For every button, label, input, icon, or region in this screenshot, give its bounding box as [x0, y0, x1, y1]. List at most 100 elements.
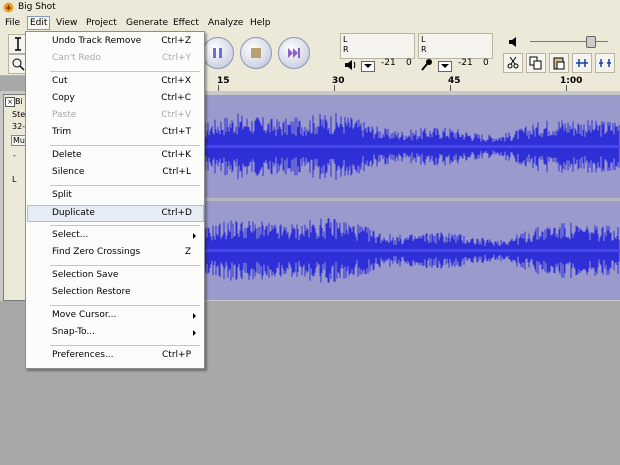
menu-separator	[50, 225, 200, 226]
menu-item-label: Preferences...	[52, 350, 114, 360]
menu-item-label: Paste	[52, 110, 77, 120]
skip-end-button[interactable]	[278, 37, 310, 69]
app-logo-icon	[3, 2, 14, 13]
submenu-arrow-icon	[193, 233, 196, 239]
menu-help[interactable]: Help	[248, 17, 273, 29]
menu-separator	[50, 71, 200, 72]
menu-item-silence[interactable]: Silence Ctrl+L	[28, 165, 202, 181]
timeline-ruler[interactable]: 15 30 45 1:00	[204, 75, 620, 92]
menu-item-copy[interactable]: Copy Ctrl+C	[28, 91, 202, 107]
menu-item-cut[interactable]: Cut Ctrl+X	[28, 74, 202, 90]
menu-item-shortcut: Ctrl+K	[161, 150, 191, 160]
playback-meter[interactable]: L R	[340, 33, 415, 59]
menu-edit[interactable]: Edit	[27, 16, 51, 30]
microphone-icon[interactable]	[421, 58, 433, 71]
waveform-right	[203, 218, 620, 283]
ruler-label-30: 30	[332, 76, 345, 86]
menu-item-shortcut: Ctrl+D	[161, 208, 193, 218]
playback-meter-zero: 0	[406, 58, 412, 68]
meter-right-channel: R	[343, 45, 349, 54]
volume-slider-track	[530, 41, 608, 42]
cut-button[interactable]	[503, 53, 523, 73]
menu-separator	[50, 265, 200, 266]
track-name[interactable]: Bi	[15, 97, 23, 106]
track-info-line: 32-	[12, 122, 26, 131]
menu-item-shortcut: Ctrl+Z	[161, 36, 191, 46]
menu-item-label: Cut	[52, 76, 68, 86]
trim-icon	[576, 59, 588, 67]
menu-bar: File Edit View Project Generate Effect A…	[0, 16, 620, 31]
scissors-icon	[507, 56, 519, 69]
menu-file[interactable]: File	[3, 17, 22, 29]
trim-button[interactable]	[572, 53, 592, 73]
menu-item-shortcut: Ctrl+C	[161, 93, 191, 103]
speaker-icon[interactable]	[344, 59, 356, 71]
meter-left-channel: L	[343, 35, 348, 44]
menu-item-label: Selection Restore	[52, 287, 131, 297]
ibeam-icon	[15, 37, 21, 51]
menu-item-shortcut: Ctrl+V	[161, 110, 191, 120]
menu-item-trim[interactable]: Trim Ctrl+T	[28, 125, 202, 141]
recording-meter[interactable]: L R	[418, 33, 493, 59]
menu-effect[interactable]: Effect	[171, 17, 201, 29]
menu-generate[interactable]: Generate	[124, 17, 170, 29]
menu-item-label: Selection Save	[52, 270, 119, 280]
menu-item-undo[interactable]: Undo Track Remove Ctrl+Z	[28, 34, 202, 50]
waveform-channel-right[interactable]	[203, 201, 620, 300]
menu-item-label: Copy	[52, 93, 75, 103]
stop-button[interactable]	[240, 37, 272, 69]
menu-item-shortcut: Ctrl+X	[161, 76, 191, 86]
paste-icon	[553, 57, 565, 70]
pause-icon	[213, 48, 222, 58]
menu-item-label: Duplicate	[52, 208, 95, 218]
silence-button[interactable]	[595, 53, 615, 73]
edit-menu: Undo Track Remove Ctrl+Z Can't Redo Ctrl…	[25, 31, 205, 369]
menu-item-paste[interactable]: Paste Ctrl+V	[28, 108, 202, 124]
menu-item-label: Split	[52, 190, 72, 200]
menu-item-label: Silence	[52, 167, 85, 177]
window-title: Big Shot	[18, 2, 56, 12]
menu-item-split[interactable]: Split	[28, 188, 202, 204]
menu-item-redo[interactable]: Can't Redo Ctrl+Y	[28, 51, 202, 67]
menu-item-select[interactable]: Select...	[28, 228, 202, 244]
copy-button[interactable]	[526, 53, 546, 73]
menu-project[interactable]: Project	[84, 17, 119, 29]
menu-item-shortcut: Ctrl+T	[161, 127, 191, 137]
meter-right-channel: R	[421, 45, 427, 54]
magnifier-icon	[12, 58, 25, 71]
menu-item-find-zero-crossings[interactable]: Find Zero Crossings Z	[28, 245, 202, 261]
menu-separator	[50, 145, 200, 146]
menu-analyze[interactable]: Analyze	[206, 17, 245, 29]
recording-meter-dropdown[interactable]	[438, 61, 452, 72]
copy-icon	[529, 56, 542, 70]
menu-item-label: Undo Track Remove	[52, 36, 142, 46]
menu-item-preferences[interactable]: Preferences... Ctrl+P	[28, 348, 202, 364]
menu-item-selection-restore[interactable]: Selection Restore	[28, 285, 202, 301]
playback-meter-value: -21	[381, 58, 396, 68]
recording-meter-value: -21	[458, 58, 473, 68]
menu-item-label: Delete	[52, 150, 82, 160]
menu-item-delete[interactable]: Delete Ctrl+K	[28, 148, 202, 164]
paste-button[interactable]	[549, 53, 569, 73]
waveform-channel-left[interactable]	[203, 95, 620, 198]
pan-left-label: L	[12, 175, 17, 184]
menu-item-duplicate[interactable]: Duplicate Ctrl+D	[27, 205, 204, 222]
close-track-icon[interactable]: ×	[5, 97, 15, 107]
menu-item-selection-save[interactable]: Selection Save	[28, 268, 202, 284]
playback-meter-dropdown[interactable]	[361, 61, 375, 72]
menu-separator	[50, 185, 200, 186]
menu-item-snap-to[interactable]: Snap-To...	[28, 325, 202, 341]
meter-left-channel: L	[421, 35, 426, 44]
pause-button[interactable]	[202, 37, 234, 69]
volume-icon	[509, 37, 516, 47]
ruler-label-45: 45	[448, 76, 461, 86]
track-info-line: Ste	[12, 110, 26, 119]
menu-view[interactable]: View	[54, 17, 79, 29]
volume-slider-thumb[interactable]	[586, 36, 596, 48]
menu-item-move-cursor[interactable]: Move Cursor...	[28, 308, 202, 324]
menu-item-label: Snap-To...	[52, 327, 95, 337]
menu-separator	[50, 305, 200, 306]
gain-slider[interactable]: -	[13, 151, 16, 160]
menu-item-label: Find Zero Crossings	[52, 247, 141, 257]
submenu-arrow-icon	[193, 330, 196, 336]
